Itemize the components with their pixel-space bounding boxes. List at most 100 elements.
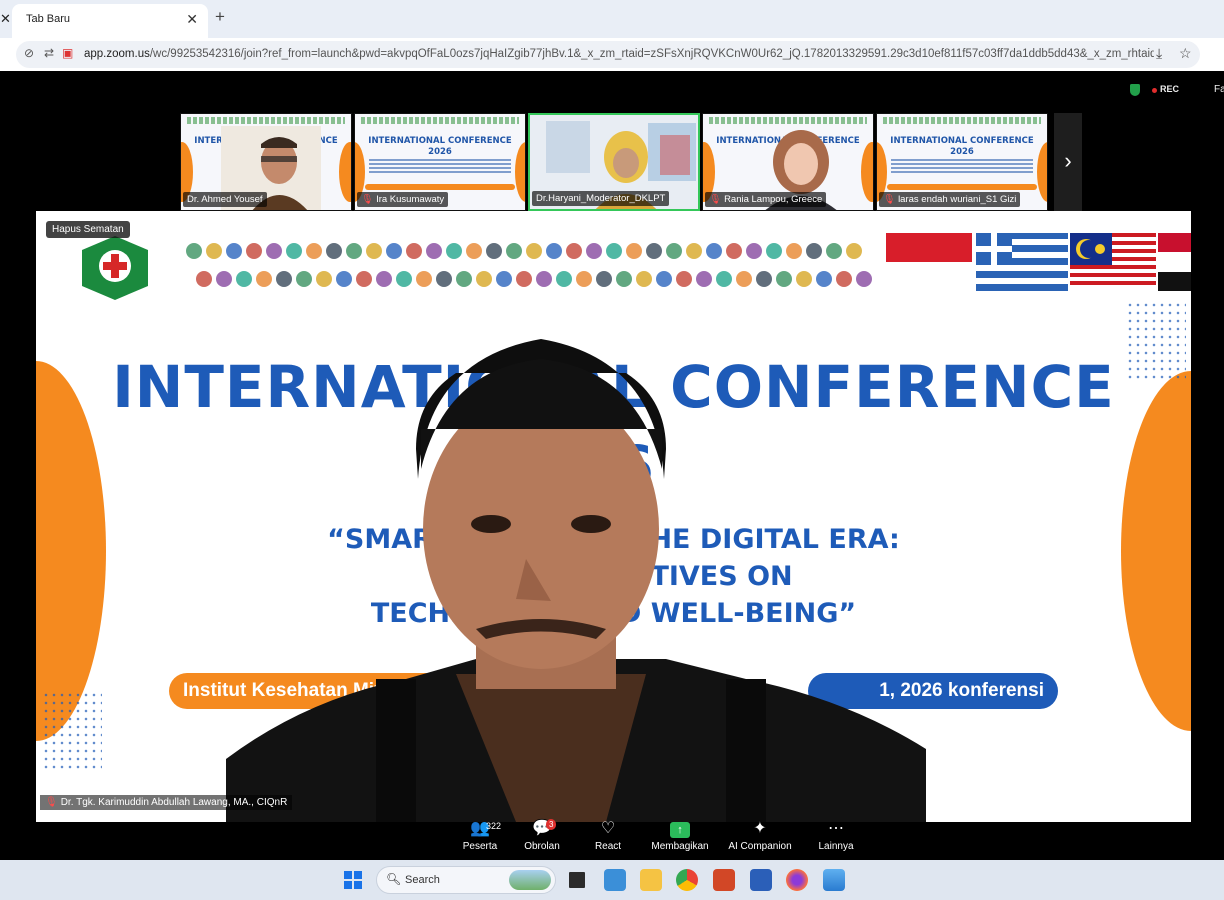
partner-logo xyxy=(266,243,282,259)
search-placeholder: Search xyxy=(405,874,440,886)
partner-logo xyxy=(326,243,342,259)
partner-logo xyxy=(386,243,402,259)
zoom-meeting-area: REC Fa INTERNATIONAL CONFERENCE Dr. Ahme… xyxy=(0,71,1224,860)
react-button[interactable]: ♡ React xyxy=(568,819,648,852)
meeting-controls: 👥 322 Peserta 💬 3 Obrolan ♡ React ↑ Memb… xyxy=(440,817,870,860)
partner-logo xyxy=(236,271,252,287)
partner-logo xyxy=(766,243,782,259)
download-icon[interactable]: ⤓ xyxy=(1156,45,1162,62)
flag-malaysia xyxy=(1070,233,1156,291)
partner-logo xyxy=(776,271,792,287)
encryption-shield-icon[interactable] xyxy=(1130,84,1140,96)
browser-tab[interactable]: Tab Baru ✕ xyxy=(12,4,208,38)
new-tab-button[interactable]: + xyxy=(215,7,225,27)
notepad-icon[interactable] xyxy=(604,869,626,891)
partner-logo xyxy=(546,243,562,259)
powerpoint-icon[interactable] xyxy=(713,869,735,891)
mini-subtitle-lines xyxy=(369,159,511,173)
partner-logo xyxy=(346,243,362,259)
orange-shape xyxy=(861,142,873,202)
sparkle-icon: ✦ xyxy=(753,820,767,837)
partner-logo xyxy=(756,271,772,287)
partner-logo xyxy=(396,271,412,287)
partner-logo xyxy=(366,243,382,259)
participant-thumbnail[interactable]: INTERNATIONAL CONFERENCE 🎙 Rania Lampou, … xyxy=(702,113,874,211)
permissions-icon[interactable]: ⇄ xyxy=(44,46,54,60)
ai-companion-button[interactable]: ✦ AI Companion xyxy=(720,819,800,852)
url-text[interactable]: app.zoom.us/wc/99253542316/join?ref_from… xyxy=(84,48,1154,60)
partner-logo xyxy=(316,271,332,287)
partner-logo xyxy=(696,271,712,287)
partner-logo xyxy=(736,271,752,287)
share-screen-button[interactable]: ↑ Membagikan xyxy=(640,819,720,852)
partner-logo xyxy=(226,243,242,259)
partner-logo xyxy=(376,271,392,287)
participant-name: Dr.Haryani_Moderator_DKLPT xyxy=(532,191,670,206)
partner-logo xyxy=(716,271,732,287)
tab-close-icon[interactable]: ✕ xyxy=(186,11,198,28)
partner-logo xyxy=(336,271,352,287)
close-icon[interactable]: ✕ xyxy=(0,10,11,28)
partner-logo xyxy=(846,243,862,259)
participant-count: 322 xyxy=(486,821,502,831)
partner-logo xyxy=(256,271,272,287)
recording-label[interactable]: REC xyxy=(1160,84,1179,94)
thumbnail-strip: INTERNATIONAL CONFERENCE Dr. Ahmed Youse… xyxy=(180,113,1050,211)
partner-logo xyxy=(436,271,452,287)
partner-logo xyxy=(596,271,612,287)
partner-logo xyxy=(836,271,852,287)
photos-icon[interactable] xyxy=(823,869,845,891)
word-icon[interactable] xyxy=(750,869,772,891)
more-icon: ⋯ xyxy=(828,820,844,837)
partner-logo xyxy=(616,271,632,287)
mini-logos xyxy=(187,117,345,124)
bookmark-star-icon[interactable]: ☆ xyxy=(1179,45,1192,62)
browser-tab-bar: ✕ Tab Baru ✕ + xyxy=(0,0,1224,38)
partner-logo xyxy=(686,243,702,259)
partner-logo xyxy=(466,243,482,259)
address-bar[interactable]: ⊘ ⇄ ▣ app.zoom.us/wc/99253542316/join?re… xyxy=(16,41,1200,68)
chevron-right-icon[interactable]: › xyxy=(1054,113,1082,211)
taskbar-search[interactable]: 🔍︎ Search xyxy=(376,866,556,894)
more-button[interactable]: ⋯ Lainnya xyxy=(796,819,876,852)
partner-logo xyxy=(636,271,652,287)
file-explorer-icon[interactable] xyxy=(640,869,662,891)
partner-logo xyxy=(786,243,802,259)
unpin-button[interactable]: Hapus Sematan xyxy=(46,221,130,238)
task-view-icon[interactable] xyxy=(566,869,588,891)
partner-logo xyxy=(566,243,582,259)
partner-logo xyxy=(516,271,532,287)
mini-slide-title: INTERNATIONAL CONFERENCE xyxy=(890,136,1034,146)
site-info-icon[interactable]: ⊘ xyxy=(24,46,34,60)
heart-icon: ♡ xyxy=(600,820,616,837)
camera-icon[interactable]: ▣ xyxy=(62,46,73,60)
tab-title: Tab Baru xyxy=(26,13,71,25)
partner-logo xyxy=(426,243,442,259)
mini-logos xyxy=(883,117,1041,124)
participant-thumbnail-active[interactable]: Dr.Haryani_Moderator_DKLPT xyxy=(528,113,700,211)
main-speaker-video[interactable]: Hapus Sematan INTERNATIONAL CONFERENCE “… xyxy=(36,211,1191,822)
participant-thumbnail[interactable]: INTERNATIONAL CONFERENCE 2026 🎙 laras end… xyxy=(876,113,1048,211)
orange-shape xyxy=(339,142,351,202)
chrome-icon[interactable] xyxy=(676,869,698,891)
partner-logo xyxy=(406,243,422,259)
mini-logos xyxy=(361,117,519,124)
participant-thumbnail[interactable]: INTERNATIONAL CONFERENCE Dr. Ahmed Youse… xyxy=(180,113,352,211)
start-menu-icon[interactable] xyxy=(344,871,362,889)
partner-logo xyxy=(306,243,322,259)
mini-pill xyxy=(365,184,515,190)
partner-logo xyxy=(796,271,812,287)
partner-logo xyxy=(666,243,682,259)
partner-logo xyxy=(576,271,592,287)
recording-dot-icon xyxy=(1152,88,1157,93)
firefox-icon[interactable] xyxy=(786,869,808,891)
search-icon: 🔍︎ xyxy=(386,872,402,886)
partner-logo xyxy=(206,243,222,259)
participant-thumbnail[interactable]: INTERNATIONAL CONFERENCE 2026 🎙 Ira Kusum… xyxy=(354,113,526,211)
partner-logo xyxy=(196,271,212,287)
partner-logo xyxy=(446,243,462,259)
mic-muted-icon: 🎙 xyxy=(361,194,374,205)
browser-toolbar: ⊘ ⇄ ▣ app.zoom.us/wc/99253542316/join?re… xyxy=(0,38,1224,71)
more-label: Lainnya xyxy=(818,841,854,852)
partner-logo xyxy=(816,271,832,287)
